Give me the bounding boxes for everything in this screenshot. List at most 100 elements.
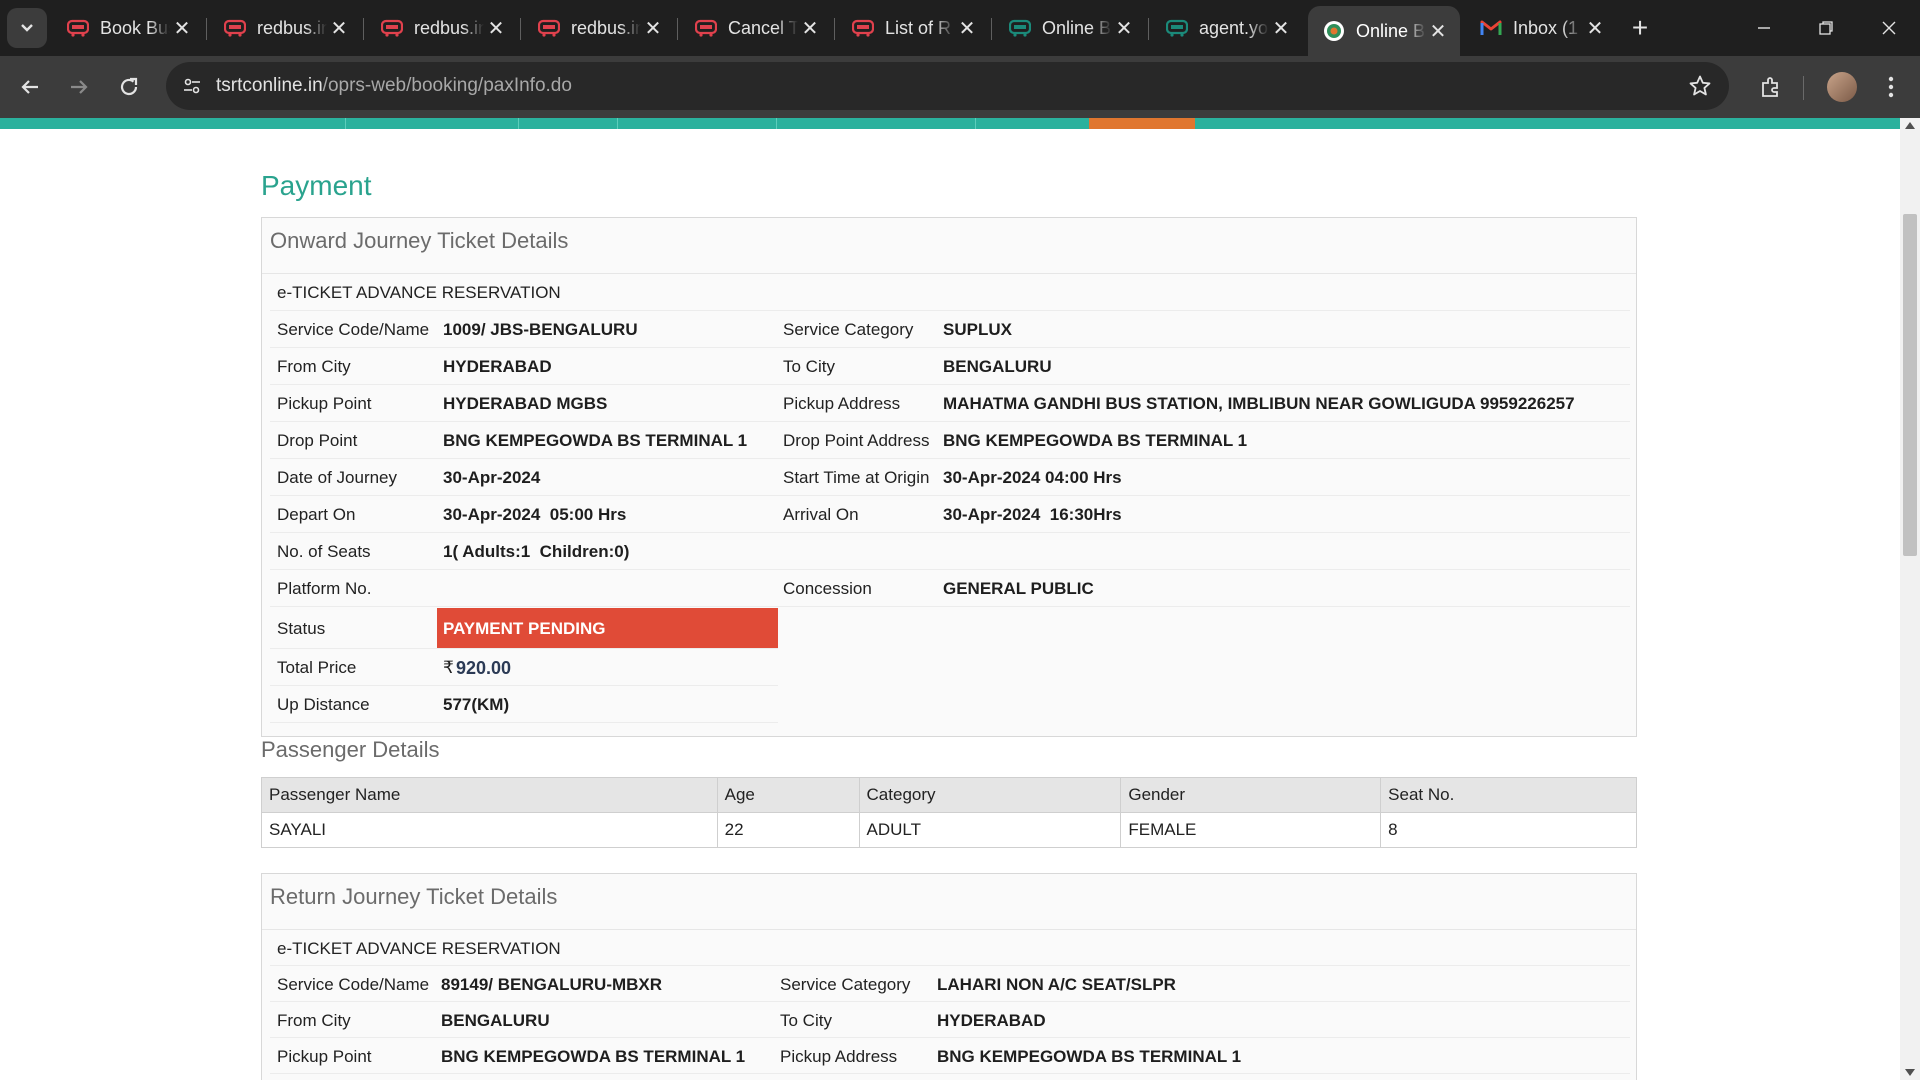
tab-close-icon[interactable]: ✕ [798, 16, 822, 40]
browser-tab[interactable]: Online B ✕ [994, 6, 1146, 50]
city-row: From City HYDERABAD To City BENGALURU [270, 348, 1630, 385]
bus-icon [851, 16, 875, 40]
tab-close-icon[interactable]: ✕ [327, 16, 351, 40]
distance-row: Up Distance 577(KM) [270, 686, 778, 723]
arrival-label: Arrival On [783, 505, 859, 524]
minimize-icon [1758, 27, 1770, 29]
bookmark-star-icon[interactable] [1687, 73, 1713, 99]
drop-point-label: Drop Point [277, 431, 358, 450]
url-text[interactable]: tsrtconline.in/oprs-web/booking/paxInfo.… [216, 75, 572, 97]
new-tab-button[interactable]: + [1622, 12, 1658, 44]
tab-title: redbus.in [571, 17, 641, 38]
restore-button[interactable] [1806, 10, 1846, 46]
tab-divider [363, 18, 364, 40]
pickup-address-label: Pickup Address [780, 1047, 898, 1066]
service-code-label: Service Code/Name [277, 975, 430, 994]
scrollbar-thumb[interactable] [1903, 214, 1917, 556]
bus-icon [380, 16, 404, 40]
service-row: Service Code/Name 1009/ JBS-BENGALURU Se… [270, 311, 1630, 348]
nav-divider [975, 118, 976, 129]
tab-divider [677, 18, 678, 40]
browser-tab[interactable]: redbus.in ✕ [366, 6, 518, 50]
service-category-label: Service Category [780, 975, 911, 994]
service-category-label: Service Category [783, 320, 914, 339]
page-scrollbar[interactable] [1900, 118, 1920, 1080]
bus-icon [1165, 16, 1189, 40]
close-window-button[interactable] [1869, 10, 1909, 46]
forward-button[interactable] [61, 69, 97, 105]
back-arrow-icon [21, 80, 38, 94]
from-city-label: From City [277, 1011, 351, 1030]
browser-tab[interactable]: redbus.in ✕ [209, 6, 361, 50]
tab-close-icon[interactable]: ✕ [1426, 19, 1450, 43]
return-panel-title: Return Journey Ticket Details [262, 874, 1636, 930]
extensions-puzzle-icon[interactable] [1754, 70, 1788, 104]
tab-close-icon[interactable]: ✕ [1112, 16, 1136, 40]
drop-address-value: BNG KEMPEGOWDA BS TERMINAL 1 [943, 431, 1248, 450]
url-host: tsrtconline.in [216, 75, 323, 96]
tab-title: List of R [885, 17, 952, 38]
service-code-value: 1009/ JBS-BENGALURU [443, 320, 638, 339]
site-info-icon[interactable] [180, 74, 204, 98]
profile-avatar[interactable] [1827, 72, 1857, 102]
start-time-value: 30-Apr-2024 04:00 Hrs [943, 468, 1122, 487]
browser-tab[interactable]: redbus.in ✕ [523, 6, 675, 50]
ticket-type: e-TICKET ADVANCE RESERVATION [277, 283, 561, 302]
bus-icon [1008, 16, 1032, 40]
doj-value: 30-Apr-2024 [443, 468, 541, 487]
column-header: Gender [1120, 777, 1382, 813]
reload-button[interactable] [111, 69, 147, 105]
scroll-up-icon[interactable] [1905, 122, 1915, 129]
nav-active-item[interactable] [1089, 118, 1195, 129]
pickup-point-label: Pickup Point [277, 394, 372, 413]
address-bar[interactable]: tsrtconline.in/oprs-web/booking/paxInfo.… [166, 62, 1729, 110]
tab-close-icon[interactable]: ✕ [170, 16, 194, 40]
gmail-icon [1479, 16, 1503, 40]
tab-title: redbus.in [414, 17, 484, 38]
from-city-value: BENGALURU [441, 1011, 550, 1030]
browser-tab[interactable]: Inbox (1 ✕ [1465, 6, 1617, 50]
minimize-button[interactable] [1744, 10, 1784, 46]
browser-tab[interactable]: List of R ✕ [837, 6, 989, 50]
to-city-value: BENGALURU [943, 357, 1052, 376]
restore-icon [1819, 21, 1833, 35]
nav-divider [345, 118, 346, 129]
back-button[interactable] [12, 69, 48, 105]
depart-value: 30-Apr-2024 05:00 Hrs [443, 505, 627, 524]
drop-row: Drop Point BNG KEMPEGOWDA BS TERMINAL 1 … [270, 422, 1630, 459]
tab-search-button[interactable] [7, 8, 47, 48]
to-city-label: To City [783, 357, 835, 376]
nav-divider [776, 118, 777, 129]
browser-toolbar: tsrtconline.in/oprs-web/booking/paxInfo.… [0, 56, 1920, 118]
bus-icon [694, 16, 718, 40]
platform-row: Platform No. Concession GENERAL PUBLIC [270, 570, 1630, 607]
browser-tab[interactable]: agent.yo ✕ [1151, 6, 1303, 50]
category-cell: ADULT [858, 812, 1122, 848]
tab-divider [206, 18, 207, 40]
nav-divider [617, 118, 618, 129]
ticket-type-row: e-TICKET ADVANCE RESERVATION [270, 274, 1630, 311]
tab-close-icon[interactable]: ✕ [641, 16, 665, 40]
tab-title: Book Bus [100, 17, 170, 38]
passenger-section-title: Passenger Details [261, 737, 440, 762]
age-cell: 22 [716, 812, 860, 848]
concession-label: Concession [783, 579, 872, 598]
tab-close-icon[interactable]: ✕ [484, 16, 508, 40]
tab-title: redbus.in [257, 17, 327, 38]
pickup-address-value: MAHATMA GANDHI BUS STATION, IMBLIBUN NEA… [943, 394, 1575, 413]
browser-tab[interactable]: Online B ✕ [1308, 6, 1460, 56]
browser-tab[interactable]: Cancel T ✕ [680, 6, 832, 50]
arrival-value: 30-Apr-2024 16:30Hrs [943, 505, 1122, 524]
column-header: Age [716, 777, 860, 813]
price-row: Total Price ₹ 920.00 [270, 649, 778, 686]
tab-close-icon[interactable]: ✕ [1269, 16, 1293, 40]
more-options-icon[interactable] [1874, 70, 1908, 104]
up-distance-label: Up Distance [277, 695, 370, 714]
service-row: Service Code/Name 89149/ BENGALURU-MBXR … [270, 966, 1630, 1002]
to-city-value: HYDERABAD [937, 1011, 1046, 1030]
tab-close-icon[interactable]: ✕ [1583, 16, 1607, 40]
tab-close-icon[interactable]: ✕ [955, 16, 979, 40]
tab-strip: Book Bus ✕ redbus.in ✕ redbus.in ✕ redbus.in ✕ C… [0, 0, 1920, 56]
scroll-down-icon[interactable] [1905, 1069, 1915, 1076]
browser-tab[interactable]: Book Bus ✕ [52, 6, 204, 50]
